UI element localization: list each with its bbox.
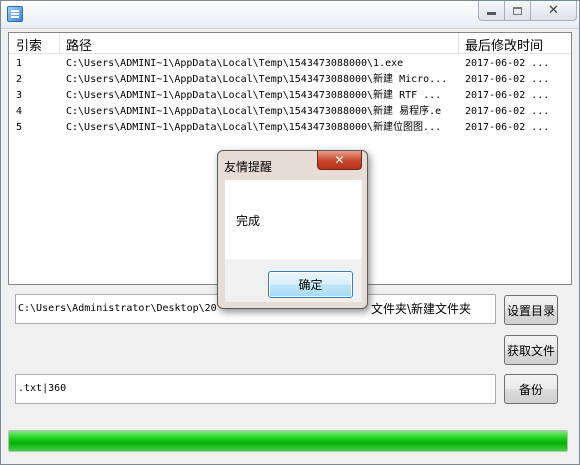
row-modified: 2017-06-02 ...: [465, 122, 550, 133]
row-path: C:\Users\ADMINI~1\AppData\Local\Temp\154…: [66, 90, 442, 101]
backup-button[interactable]: 备份: [504, 374, 558, 404]
extension-filter-text: .txt|360: [18, 383, 67, 394]
row-path: C:\Users\ADMINI~1\AppData\Local\Temp\154…: [66, 74, 448, 85]
app-icon: [7, 6, 23, 22]
window-controls: ✕: [478, 1, 577, 21]
list-row[interactable]: 5 C:\Users\ADMINI~1\AppData\Local\Temp\1…: [9, 120, 571, 136]
progress-fill: [9, 431, 567, 451]
dialog-title: 友情提醒: [224, 160, 273, 174]
row-index: 2: [16, 74, 23, 85]
dialog-body: 完成: [225, 180, 362, 259]
directory-path-tail: 文件夹\新建文件夹: [371, 302, 472, 316]
get-files-button[interactable]: 获取文件: [504, 335, 558, 365]
set-directory-button[interactable]: 设置目录: [504, 295, 558, 325]
extension-filter-input[interactable]: .txt|360: [15, 374, 496, 404]
row-modified: 2017-06-02 ...: [465, 106, 550, 117]
dialog-message: 完成: [236, 214, 261, 228]
progress-bar: [8, 430, 568, 452]
close-icon: ✕: [334, 153, 345, 167]
row-index: 3: [16, 90, 23, 101]
row-modified: 2017-06-02 ...: [465, 74, 550, 85]
list-row[interactable]: 4 C:\Users\ADMINI~1\AppData\Local\Temp\1…: [9, 104, 571, 120]
row-modified: 2017-06-02 ...: [465, 58, 550, 69]
list-row[interactable]: 1 C:\Users\ADMINI~1\AppData\Local\Temp\1…: [9, 56, 571, 72]
ok-button[interactable]: 确定: [268, 271, 353, 298]
column-divider[interactable]: [59, 33, 60, 53]
list-row[interactable]: 3 C:\Users\ADMINI~1\AppData\Local\Temp\1…: [9, 88, 571, 104]
row-path: C:\Users\ADMINI~1\AppData\Local\Temp\154…: [66, 58, 404, 69]
row-index: 4: [16, 106, 23, 117]
column-header-modified[interactable]: 最后修改时间: [465, 35, 543, 54]
row-modified: 2017-06-02 ...: [465, 90, 550, 101]
row-index: 1: [16, 58, 23, 69]
notice-dialog: 友情提醒 ✕ 完成 确定: [217, 150, 368, 309]
list-row[interactable]: 2 C:\Users\ADMINI~1\AppData\Local\Temp\1…: [9, 72, 571, 88]
list-header: 引索 路径 最后修改时间: [9, 33, 571, 54]
row-index: 5: [16, 122, 23, 133]
column-header-index[interactable]: 引索: [16, 35, 42, 54]
column-divider[interactable]: [458, 33, 459, 53]
row-path: C:\Users\ADMINI~1\AppData\Local\Temp\154…: [66, 106, 442, 117]
dialog-close-button[interactable]: ✕: [317, 151, 362, 170]
row-path: C:\Users\ADMINI~1\AppData\Local\Temp\154…: [66, 122, 442, 133]
close-button[interactable]: ✕: [531, 1, 577, 21]
close-icon: ✕: [548, 3, 559, 18]
minimize-button[interactable]: [478, 1, 505, 21]
maximize-icon: [513, 6, 522, 15]
maximize-button[interactable]: [505, 1, 531, 21]
minimize-icon: [487, 12, 496, 15]
column-header-path[interactable]: 路径: [66, 35, 92, 54]
directory-path-text: C:\Users\Administrator\Desktop\20: [18, 303, 217, 314]
title-bar[interactable]: ✕: [1, 1, 579, 29]
